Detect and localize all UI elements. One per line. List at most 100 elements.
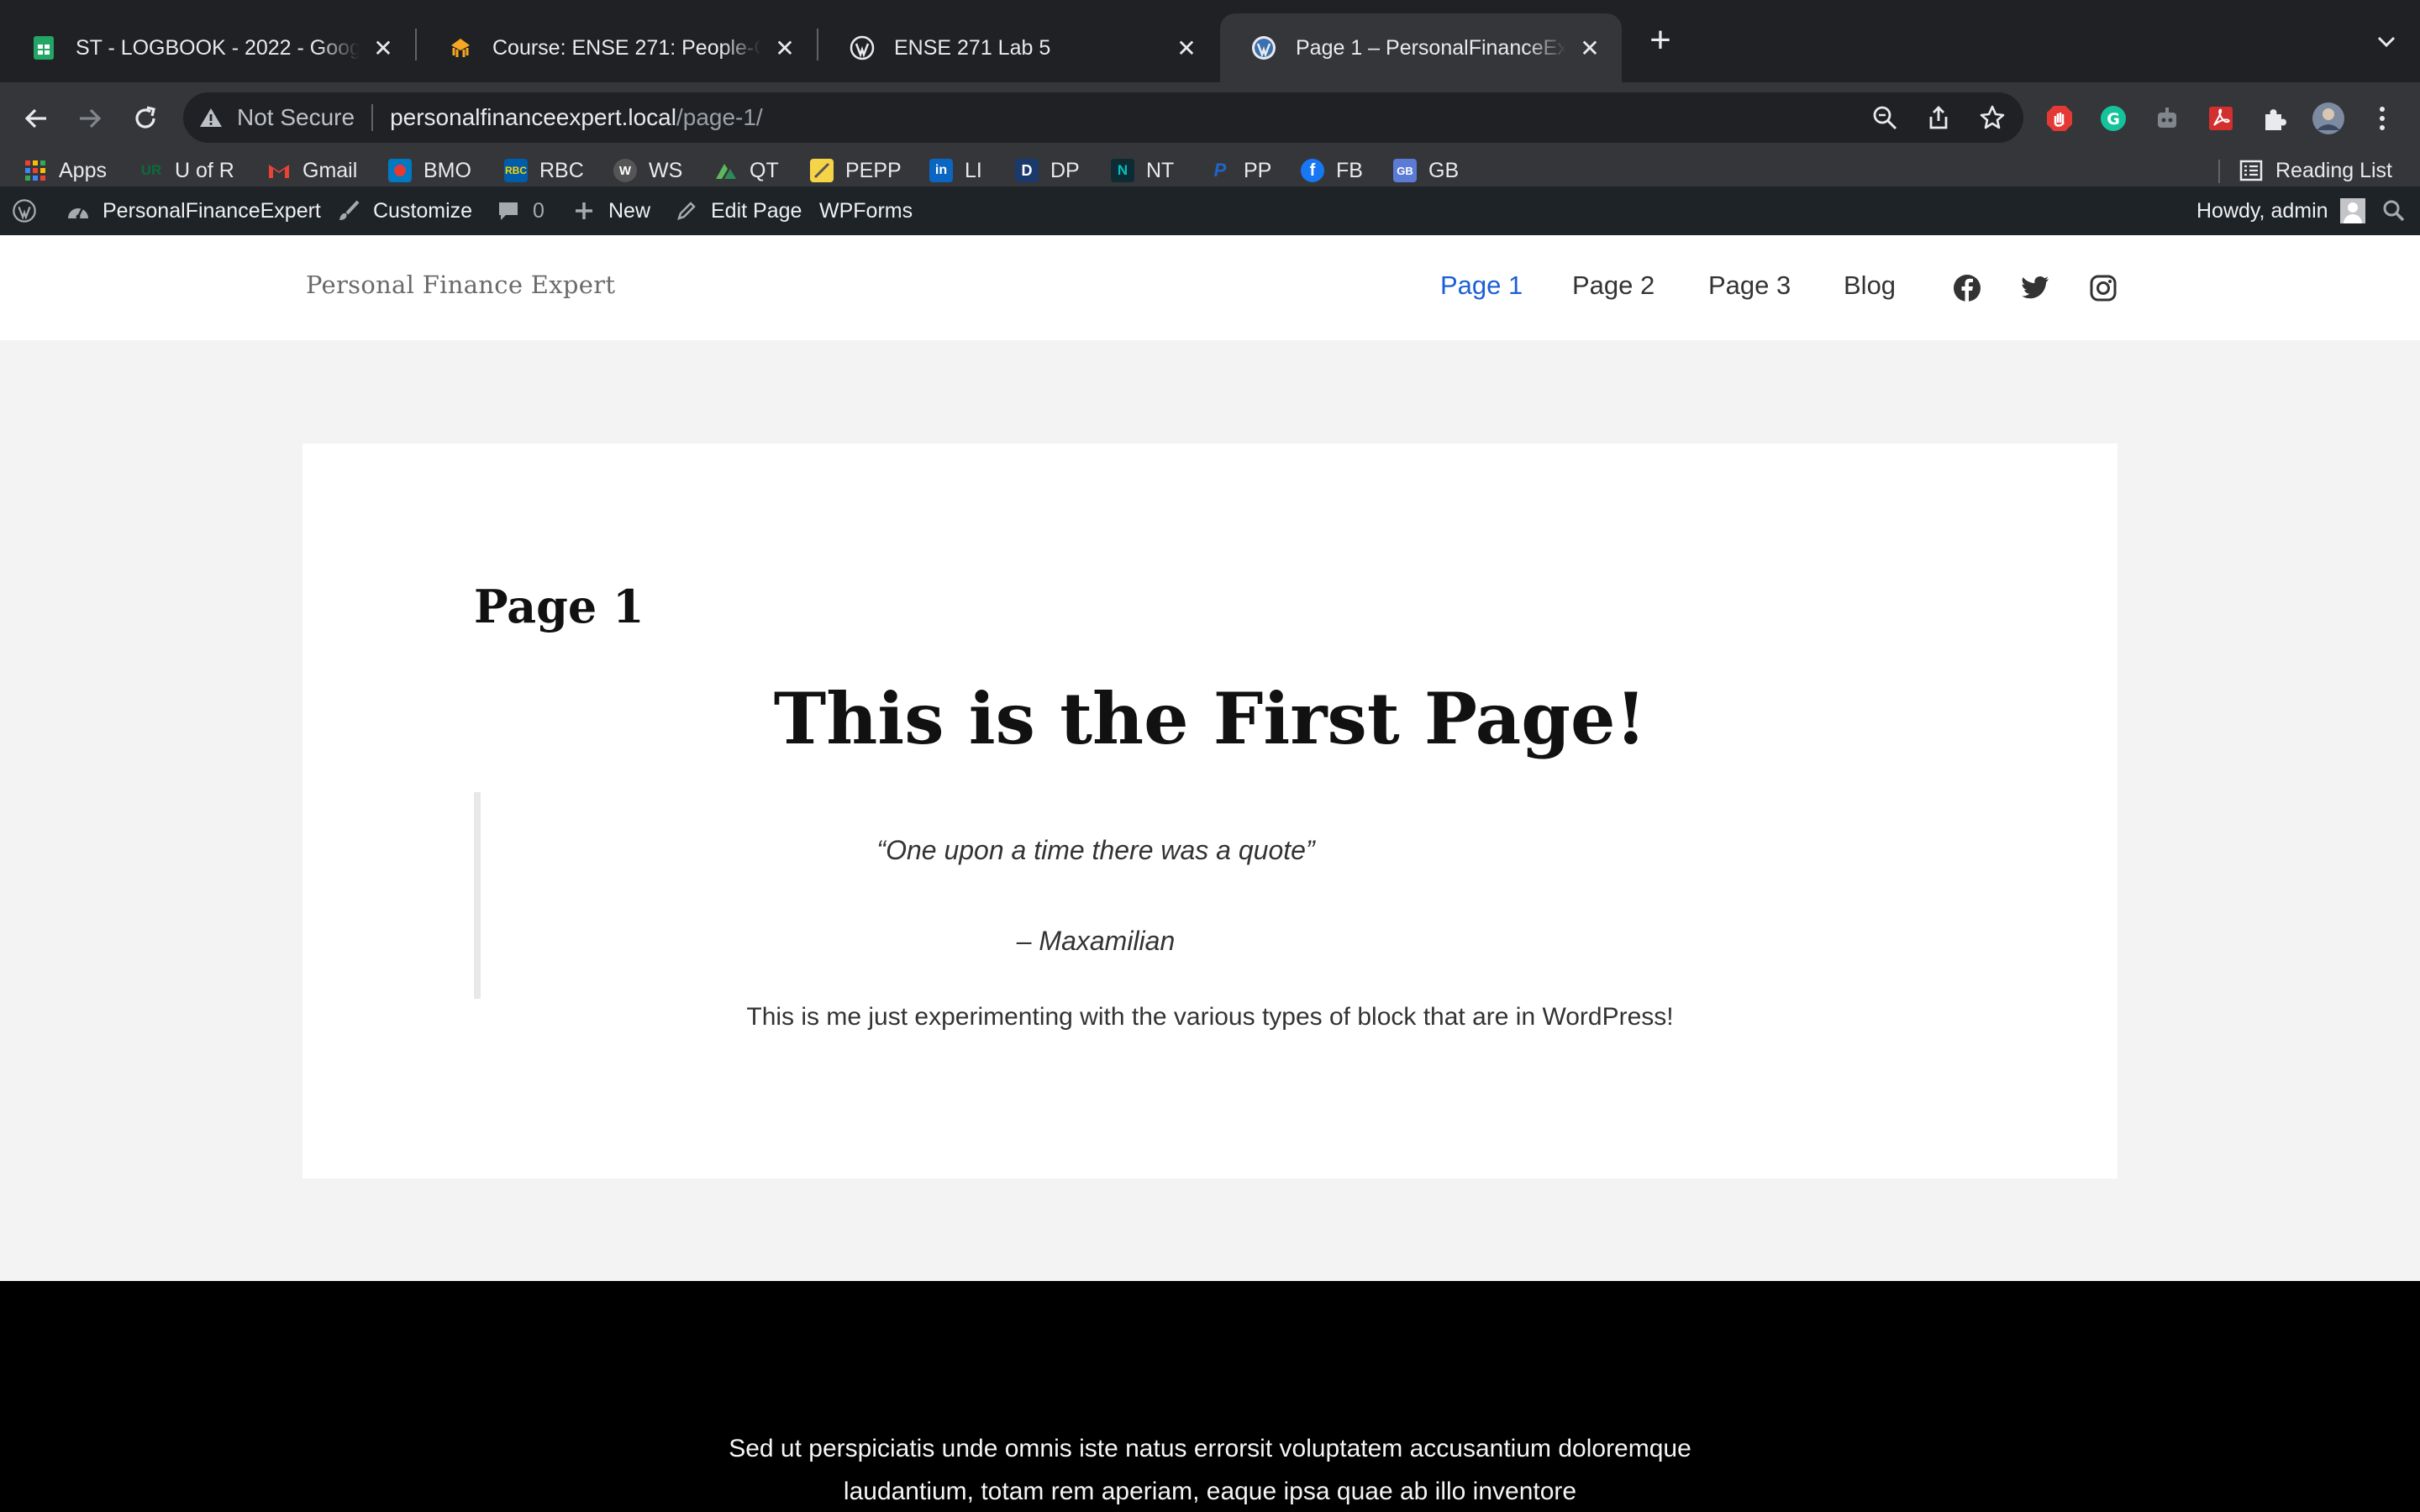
bookmark-label: Gmail [302,158,358,182]
reading-list-icon [2238,158,2264,183]
howdy-label: Howdy, admin [2196,198,2328,223]
bookmark-dp[interactable]: D DP [1015,155,1080,186]
bookmark-gmail[interactable]: Gmail [267,155,357,186]
bookmark-rbc[interactable]: RBC RBC [504,155,584,186]
bookmark-fb[interactable]: f FB [1301,155,1363,186]
nav-page-1[interactable]: Page 1 [1440,270,1523,301]
bookmark-label: U of R [175,158,234,182]
new-content-menu[interactable]: New [571,186,650,235]
arrow-left-icon [24,108,46,129]
comment-icon [496,198,521,223]
reload-icon [135,106,155,129]
star-icon[interactable] [1978,103,2007,132]
share-icon[interactable] [1924,103,1953,132]
back-button[interactable] [17,99,55,138]
tab-title: Course: ENSE 271: People-Centered Design [492,35,761,60]
bookmark-nt[interactable]: N NT [1111,155,1174,186]
pdf-extension-icon[interactable] [2202,99,2240,138]
blockquote-citation: – Maxamilian [1016,926,1176,956]
admin-search[interactable] [2381,186,2407,235]
dp-icon: D [1015,159,1039,182]
bookmark-label: WS [649,158,683,182]
close-icon[interactable]: ✕ [370,34,397,61]
tab-lab5[interactable]: ENSE 271 Lab 5 ✕ [818,13,1218,82]
security-status[interactable]: Not Secure [237,104,355,131]
dashboard-icon [66,198,91,223]
zoom-icon[interactable] [1870,103,1899,132]
tab-course[interactable]: Course: ENSE 271: People-Centered Design… [417,13,817,82]
moodle-icon [447,34,474,61]
bookmark-label: Apps [59,158,107,182]
close-icon[interactable]: ✕ [771,34,798,61]
facebook-icon[interactable] [1953,274,1981,302]
browser-toolbar: Not Secure personalfinanceexpert.local /… [0,82,2420,155]
bmo-icon [388,159,412,182]
puzzle-icon[interactable] [2255,99,2294,138]
tab-page1[interactable]: Page 1 – PersonalFinanceExpert ✕ [1220,13,1622,82]
chevron-down-icon[interactable] [2370,25,2403,59]
pencil-icon [674,198,699,223]
site-name-menu[interactable]: PersonalFinanceExpert [66,186,321,235]
kebab-menu-icon[interactable] [2363,99,2402,138]
wpforms-menu[interactable]: WPForms [819,186,913,235]
bookmark-label: BMO [424,158,471,182]
site-title[interactable]: Personal Finance Expert [306,270,615,299]
close-icon[interactable]: ✕ [1576,34,1603,61]
edit-page-link[interactable]: Edit Page [674,186,802,235]
wp-logo-menu[interactable] [12,186,37,235]
reload-button[interactable] [126,99,165,138]
bookmark-ws[interactable]: W WS [613,155,682,186]
bookmark-label: PP [1244,158,1272,182]
twitter-icon[interactable] [2021,274,2049,302]
bookmark-gb[interactable]: GB GB [1393,155,1459,186]
arrow-right-icon [80,108,102,129]
warning-icon[interactable] [198,105,224,130]
address-bar[interactable]: Not Secure personalfinanceexpert.local /… [183,92,2023,143]
tab-logbook[interactable]: ST - LOGBOOK - 2022 - Google Sheets ✕ [0,13,415,82]
nav-page-3[interactable]: Page 3 [1708,270,1791,301]
robot-extension-icon[interactable] [2148,99,2186,138]
site-footer: Sed ut perspiciatis unde omnis iste natu… [0,1281,2420,1512]
avatar [2339,198,2365,223]
bookmark-uofr[interactable]: UR U of R [139,155,234,186]
reading-list-label: Reading List [2275,158,2392,182]
close-icon[interactable]: ✕ [1173,34,1200,61]
url-path: /page-1/ [676,104,763,130]
edit-page-label: Edit Page [711,198,802,223]
new-tab-button[interactable]: + [1644,22,1677,59]
comments-count: 0 [533,198,544,223]
bookmark-label: LI [965,158,982,182]
bookmark-label: PEPP [845,158,902,182]
main-heading: This is the First Page! [773,677,1647,760]
adblock-extension-icon[interactable] [2040,99,2079,138]
nav-blog[interactable]: Blog [1844,270,1896,301]
bookmark-apps[interactable]: Apps [24,155,107,186]
grammarly-extension-icon[interactable]: G [2094,99,2133,138]
nt-icon: N [1111,159,1134,182]
customize-label: Customize [373,198,473,223]
search-icon [2381,198,2407,223]
reading-list-button[interactable]: Reading List [2238,155,2392,186]
customize-link[interactable]: Customize [336,186,472,235]
bookmark-bmo[interactable]: BMO [388,155,471,186]
wordpress-icon [1250,34,1277,61]
forward-button[interactable] [71,99,109,138]
bookmark-label: DP [1050,158,1080,182]
gmail-icon [267,159,291,182]
bookmarks-bar: Apps UR U of R Gmail BMO RBC RBC W WS QT… [0,155,2420,186]
linkedin-icon: in [929,159,953,182]
wordpress-icon [12,198,37,223]
bookmark-label: GB [1428,158,1460,182]
content-card: Page 1 This is the First Page! “One upon… [302,444,2118,1179]
questrade-icon [714,159,738,182]
comments-link[interactable]: 0 [496,186,544,235]
bookmark-pepp[interactable]: PEPP [810,155,902,186]
nav-page-2[interactable]: Page 2 [1572,270,1655,301]
profile-avatar[interactable] [2309,99,2348,138]
bookmark-li[interactable]: in LI [929,155,982,186]
bookmark-pp[interactable]: P PP [1208,155,1272,186]
bookmark-qt[interactable]: QT [714,155,779,186]
wpforms-label: WPForms [819,198,913,223]
account-menu[interactable]: Howdy, admin [2196,186,2365,235]
instagram-icon[interactable] [2089,274,2118,302]
